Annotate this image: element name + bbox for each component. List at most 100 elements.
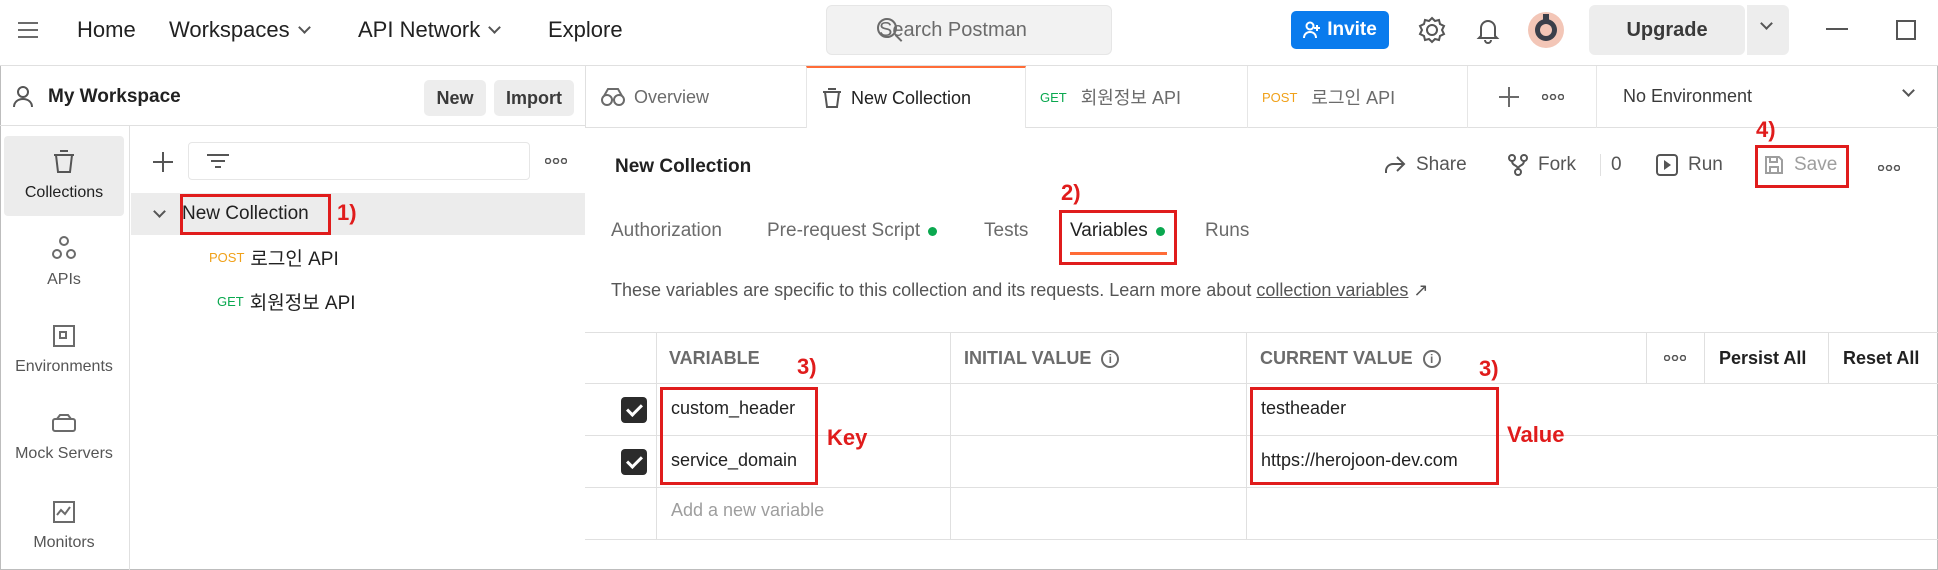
column-header-current-value: CURRENT VALUE i <box>1260 348 1441 369</box>
rail-environments[interactable]: Environments <box>4 310 124 390</box>
bell-icon[interactable] <box>1472 14 1504 46</box>
reset-all-button[interactable]: Reset All <box>1843 348 1919 369</box>
more-icon[interactable] <box>1542 94 1564 100</box>
user-icon <box>13 86 33 108</box>
annotation-label: 1) <box>337 200 357 225</box>
collection-variables-link[interactable]: collection variables <box>1256 280 1408 300</box>
search-placeholder: Search Postman <box>879 18 1027 41</box>
plus-icon[interactable] <box>152 151 174 173</box>
column-divider <box>950 332 951 540</box>
trash-collection-icon <box>54 150 74 173</box>
minimize-icon[interactable] <box>1826 28 1848 32</box>
method-badge: POST <box>1262 89 1298 105</box>
tab-label: Overview <box>634 86 710 107</box>
column-header-variable: VARIABLE <box>669 348 760 369</box>
status-dot <box>928 226 938 236</box>
chevron-down-icon <box>153 204 166 218</box>
annotation-label: Key <box>827 425 868 450</box>
environment-select[interactable]: No Environment <box>1623 86 1752 107</box>
chevron-down-icon <box>1760 17 1773 30</box>
method-badge: GET <box>217 293 244 309</box>
row-checkbox[interactable] <box>621 449 647 475</box>
fork-label: Fork <box>1538 154 1576 175</box>
run-button[interactable]: Run <box>1656 154 1723 176</box>
nav-workspaces[interactable]: Workspaces <box>169 17 311 43</box>
environment-label: No Environment <box>1623 86 1753 106</box>
method-badge: POST <box>209 249 245 265</box>
annotation-label: 3) <box>1479 356 1499 381</box>
annotation-box <box>1059 210 1177 265</box>
nav-home[interactable]: Home <box>77 17 136 43</box>
import-button[interactable]: Import <box>494 80 574 116</box>
add-variable-input[interactable]: Add a new variable <box>671 500 824 521</box>
more-icon[interactable] <box>545 158 567 164</box>
fork-button[interactable]: Fork 0 <box>1508 154 1622 176</box>
menu-icon[interactable] <box>18 22 38 38</box>
upgrade-label: Upgrade <box>1626 18 1708 41</box>
column-divider <box>1646 332 1647 384</box>
workspace-header: My Workspace New Import <box>0 66 585 126</box>
share-button[interactable]: Share <box>1384 154 1467 176</box>
tab-tests[interactable]: Tests <box>984 220 1028 242</box>
column-divider <box>656 332 657 540</box>
variables-description: These variables are specific to this col… <box>611 280 1429 301</box>
tree-item-login[interactable]: POST 로그인 API <box>131 236 585 278</box>
persist-all-button[interactable]: Persist All <box>1719 348 1806 369</box>
subtab-label: Tests <box>984 220 1029 241</box>
chevron-down-icon <box>297 20 311 34</box>
rail-apis[interactable]: APIs <box>4 222 124 302</box>
tab-member-api[interactable]: GET 회원정보 API <box>1026 66 1248 128</box>
maximize-icon[interactable] <box>1896 20 1916 40</box>
row-checkbox[interactable] <box>621 397 647 423</box>
nav-api-network[interactable]: API Network <box>358 17 502 43</box>
subtab-label: Runs <box>1205 220 1250 241</box>
description-text: These variables are specific to this col… <box>611 280 1257 300</box>
info-icon[interactable]: i <box>1422 349 1441 368</box>
rail-label: Collections <box>24 184 104 201</box>
top-bar: Home Workspaces API Network Explore Sear… <box>0 0 1938 66</box>
settings-icon[interactable] <box>1416 14 1448 46</box>
tab-label: 회원정보 API <box>1080 88 1181 108</box>
annotation-box <box>1755 145 1849 188</box>
filter-icon <box>207 154 229 168</box>
avatar[interactable] <box>1527 11 1565 49</box>
header-label: CURRENT VALUE <box>1260 348 1413 368</box>
new-button[interactable]: New <box>424 80 486 116</box>
subtab-label: Pre-request Script <box>767 220 921 241</box>
rail-collections[interactable]: Collections <box>4 136 124 216</box>
share-icon <box>1385 156 1406 173</box>
rail-monitors[interactable]: Monitors <box>4 486 124 566</box>
rail-label: APIs <box>47 271 81 288</box>
new-tab-icon[interactable] <box>1499 87 1519 107</box>
tab-overview[interactable]: Overview <box>586 66 806 128</box>
search-icon <box>877 18 897 38</box>
invite-button[interactable]: Invite <box>1291 11 1389 49</box>
upgrade-button[interactable]: Upgrade <box>1589 5 1745 55</box>
filter-input[interactable] <box>188 142 530 180</box>
collection-icon <box>823 88 841 108</box>
rail-mock-servers[interactable]: Mock Servers <box>4 398 124 478</box>
more-icon[interactable] <box>1878 165 1900 171</box>
info-icon[interactable]: i <box>1101 349 1120 368</box>
tree-item-member[interactable]: GET 회원정보 API <box>131 280 585 322</box>
nav-explore[interactable]: Explore <box>548 17 623 43</box>
rail-label: Environments <box>15 358 113 375</box>
add-user-icon <box>1303 21 1321 39</box>
annotation-label: 2) <box>1061 180 1081 205</box>
rail-label: Monitors <box>33 534 95 551</box>
search-input[interactable]: Search Postman <box>826 5 1112 55</box>
more-icon[interactable] <box>1664 355 1686 361</box>
tab-login-api[interactable]: POST 로그인 API <box>1248 66 1468 128</box>
column-header-initial-value: INITIAL VALUE i <box>964 348 1120 369</box>
tab-new-collection[interactable]: New Collection <box>806 66 1026 128</box>
run-label: Run <box>1688 154 1723 175</box>
tab-label: 로그인 API <box>1311 88 1396 108</box>
fork-icon <box>1508 154 1528 176</box>
share-label: Share <box>1416 154 1467 175</box>
annotation-box <box>660 387 818 485</box>
tab-pre-request-script[interactable]: Pre-request Script <box>767 220 938 242</box>
upgrade-dropdown[interactable] <box>1747 5 1789 55</box>
tab-runs[interactable]: Runs <box>1205 220 1249 242</box>
tab-authorization[interactable]: Authorization <box>611 220 722 242</box>
tab-label: New Collection <box>851 87 972 108</box>
